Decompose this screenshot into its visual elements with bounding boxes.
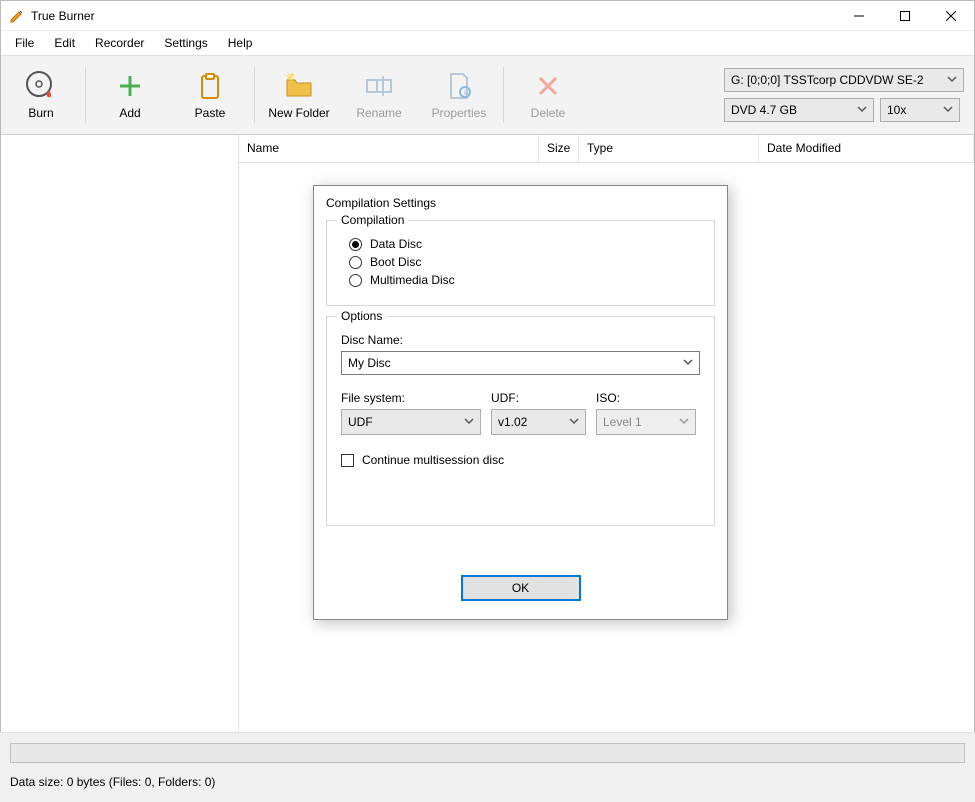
status-text: Data size: 0 bytes (Files: 0, Folders: 0…	[10, 775, 965, 789]
add-label: Add	[119, 106, 140, 120]
chevron-down-icon	[857, 103, 867, 117]
media-value: DVD 4.7 GB	[731, 103, 797, 117]
udf-value: v1.02	[498, 415, 527, 429]
udf-select[interactable]: v1.02	[491, 409, 586, 435]
toolbar: Burn Add Paste New Folder Rename i Prope…	[1, 55, 974, 135]
col-type[interactable]: Type	[579, 135, 759, 162]
radio-boot-label: Boot Disc	[370, 255, 421, 269]
rename-button: Rename	[339, 55, 419, 135]
maximize-button[interactable]	[882, 1, 928, 31]
size-progress-bar	[10, 743, 965, 763]
list-header: Name Size Type Date Modified	[239, 135, 974, 163]
menu-bar: File Edit Recorder Settings Help	[1, 31, 974, 55]
chevron-down-icon	[943, 103, 953, 117]
ok-button[interactable]: OK	[461, 575, 581, 601]
delete-label: Delete	[531, 106, 566, 120]
paste-button[interactable]: Paste	[170, 55, 250, 135]
multisession-label: Continue multisession disc	[362, 453, 504, 467]
ok-label: OK	[512, 581, 529, 595]
window-title: True Burner	[31, 9, 95, 23]
add-button[interactable]: Add	[90, 55, 170, 135]
close-icon	[946, 11, 956, 21]
device-selector[interactable]: G: [0;0;0] TSSTcorp CDDVDW SE-2	[724, 68, 964, 92]
compilation-settings-dialog: Compilation Settings Compilation Data Di…	[313, 185, 728, 620]
drive-panel: G: [0;0;0] TSSTcorp CDDVDW SE-2 DVD 4.7 …	[724, 60, 964, 130]
properties-button: i Properties	[419, 55, 499, 135]
delete-icon	[532, 70, 564, 102]
burn-label: Burn	[28, 106, 53, 120]
toolbar-separator	[503, 67, 504, 123]
newfolder-label: New Folder	[268, 106, 329, 120]
menu-settings[interactable]: Settings	[156, 34, 215, 52]
col-size[interactable]: Size	[539, 135, 579, 162]
rename-label: Rename	[356, 106, 401, 120]
toolbar-separator	[254, 67, 255, 123]
device-value: G: [0;0;0] TSSTcorp CDDVDW SE-2	[731, 73, 924, 87]
menu-file[interactable]: File	[7, 34, 42, 52]
new-folder-icon	[283, 70, 315, 102]
compilation-group-label: Compilation	[337, 213, 408, 227]
close-button[interactable]	[928, 1, 974, 31]
speed-selector[interactable]: 10x	[880, 98, 960, 122]
options-group-label: Options	[337, 309, 386, 323]
minimize-icon	[854, 11, 864, 21]
media-selector[interactable]: DVD 4.7 GB	[724, 98, 874, 122]
disc-burn-icon	[25, 70, 57, 102]
rename-icon	[363, 70, 395, 102]
options-group: Options Disc Name: My Disc File system: …	[326, 316, 715, 526]
properties-label: Properties	[432, 106, 487, 120]
tree-pane[interactable]	[1, 135, 239, 731]
chevron-down-icon	[679, 415, 689, 429]
minimize-button[interactable]	[836, 1, 882, 31]
menu-recorder[interactable]: Recorder	[87, 34, 152, 52]
status-bar: Data size: 0 bytes (Files: 0, Folders: 0…	[0, 732, 975, 802]
chevron-down-icon	[683, 356, 693, 370]
filesystem-select[interactable]: UDF	[341, 409, 481, 435]
radio-data-label: Data Disc	[370, 237, 422, 251]
disc-name-input[interactable]: My Disc	[341, 351, 700, 375]
col-date[interactable]: Date Modified	[759, 135, 974, 162]
compilation-group: Compilation Data Disc Boot Disc Multimed…	[326, 220, 715, 306]
title-bar: True Burner	[1, 1, 974, 31]
disc-name-label: Disc Name:	[341, 333, 700, 347]
multisession-checkbox[interactable]: Continue multisession disc	[341, 453, 700, 467]
plus-icon	[114, 70, 146, 102]
filesystem-label: File system:	[341, 391, 481, 405]
radio-data-disc[interactable]: Data Disc	[349, 237, 692, 251]
radio-multimedia-disc[interactable]: Multimedia Disc	[349, 273, 692, 287]
properties-icon: i	[443, 70, 475, 102]
menu-edit[interactable]: Edit	[46, 34, 83, 52]
chevron-down-icon	[947, 73, 957, 87]
maximize-icon	[900, 11, 910, 21]
menu-help[interactable]: Help	[220, 34, 261, 52]
radio-icon	[349, 238, 362, 251]
radio-boot-disc[interactable]: Boot Disc	[349, 255, 692, 269]
radio-multimedia-label: Multimedia Disc	[370, 273, 455, 287]
toolbar-separator	[85, 67, 86, 123]
col-name[interactable]: Name	[239, 135, 539, 162]
udf-label: UDF:	[491, 391, 586, 405]
checkbox-icon	[341, 454, 354, 467]
paste-label: Paste	[195, 106, 226, 120]
chevron-down-icon	[464, 415, 474, 429]
speed-value: 10x	[887, 103, 906, 117]
radio-icon	[349, 256, 362, 269]
svg-text:i: i	[464, 88, 466, 97]
iso-select: Level 1	[596, 409, 696, 435]
app-logo-icon	[9, 8, 25, 24]
disc-name-value: My Disc	[348, 356, 391, 370]
burn-button[interactable]: Burn	[1, 55, 81, 135]
filesystem-value: UDF	[348, 415, 373, 429]
newfolder-button[interactable]: New Folder	[259, 55, 339, 135]
chevron-down-icon	[569, 415, 579, 429]
iso-value: Level 1	[603, 415, 642, 429]
radio-icon	[349, 274, 362, 287]
clipboard-icon	[194, 70, 226, 102]
iso-label: ISO:	[596, 391, 696, 405]
delete-button: Delete	[508, 55, 588, 135]
